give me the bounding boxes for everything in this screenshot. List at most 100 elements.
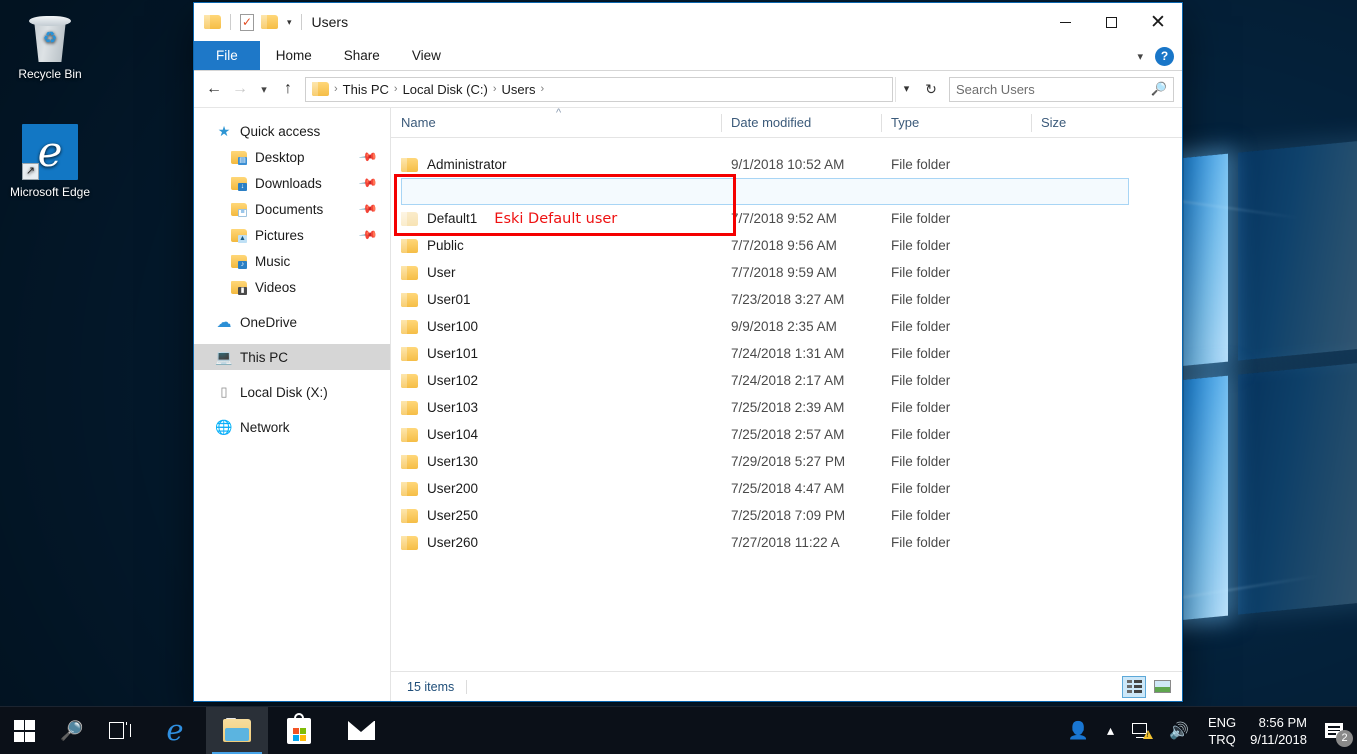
close-button[interactable]: ✕: [1134, 3, 1182, 41]
sidebar-item-desktop[interactable]: ▤ Desktop 📌: [194, 144, 390, 170]
cell-name: User130: [391, 454, 721, 469]
up-button[interactable]: ↑: [276, 76, 300, 102]
table-row[interactable]: User100 9/9/2018 2:35 AM File folder: [391, 313, 1182, 340]
table-row[interactable]: User102 7/24/2018 2:17 AM File folder: [391, 367, 1182, 394]
taskbar-microsoft-store[interactable]: [268, 707, 330, 754]
sidebar-item-pictures[interactable]: ▲ Pictures 📌: [194, 222, 390, 248]
folder-icon[interactable]: [204, 15, 221, 29]
taskbar-file-explorer[interactable]: [206, 706, 268, 754]
tab-view[interactable]: View: [396, 41, 457, 70]
customize-qat-caret-icon[interactable]: ▾: [287, 17, 292, 28]
people-button[interactable]: 👤: [1059, 707, 1098, 754]
sidebar-item-documents[interactable]: ≡ Documents 📌: [194, 196, 390, 222]
cell-name: Default Eski DefDomain user: [391, 184, 721, 200]
details-view-icon: [1126, 680, 1142, 693]
column-header-size[interactable]: Size: [1031, 108, 1131, 138]
cell-name: User101: [391, 346, 721, 361]
help-button[interactable]: ?: [1155, 46, 1174, 66]
divider: [300, 14, 302, 30]
pin-icon[interactable]: 📌: [358, 147, 378, 167]
taskbar-mail[interactable]: [330, 707, 392, 754]
task-view-button[interactable]: [96, 707, 144, 754]
cell-type: File folder: [891, 157, 951, 172]
table-row[interactable]: User 7/7/2018 9:59 AM File folder: [391, 259, 1182, 286]
folder-icon: [401, 265, 418, 280]
large-icons-view-button[interactable]: [1150, 676, 1174, 698]
clock[interactable]: 8:56 PM 9/11/2018: [1246, 714, 1319, 748]
show-hidden-icons-button[interactable]: ▴: [1098, 707, 1123, 754]
recent-locations-button[interactable]: ▾: [254, 76, 274, 102]
refresh-button[interactable]: ↻: [919, 81, 943, 98]
desktop-folder-icon: ▤: [230, 150, 248, 165]
table-row[interactable]: User260 7/27/2018 11:22 A File folder: [391, 529, 1182, 556]
forward-button[interactable]: →: [228, 76, 252, 102]
back-button[interactable]: ←: [202, 76, 226, 102]
address-dropdown-caret-icon[interactable]: ▾: [895, 76, 917, 102]
column-header-name[interactable]: Name: [391, 108, 721, 138]
start-button[interactable]: [0, 707, 48, 754]
sidebar-item-downloads[interactable]: ↓ Downloads 📌: [194, 170, 390, 196]
sidebar-item-local-disk-x[interactable]: ▯ Local Disk (X:): [194, 379, 390, 405]
table-row[interactable]: User250 7/25/2018 7:09 PM File folder: [391, 502, 1182, 529]
view-toggle-group: [1122, 675, 1174, 698]
table-row[interactable]: User200 7/25/2018 4:47 AM File folder: [391, 475, 1182, 502]
taskbar-microsoft-edge[interactable]: e: [144, 707, 206, 754]
table-row[interactable]: User01 7/23/2018 3:27 AM File folder: [391, 286, 1182, 313]
sidebar-item-onedrive[interactable]: ☁ OneDrive: [194, 309, 390, 335]
navigation-pane: ★ Quick access ▤ Desktop 📌 ↓ Downloads 📌…: [194, 108, 391, 701]
pin-icon[interactable]: 📌: [358, 199, 378, 219]
table-row[interactable]: User103 7/25/2018 2:39 AM File folder: [391, 394, 1182, 421]
search-icon[interactable]: 🔍: [1151, 81, 1167, 97]
cell-date-modified: 7/25/2018 2:39 AM: [731, 400, 845, 415]
tab-file[interactable]: File: [194, 41, 260, 70]
search-input[interactable]: [956, 81, 1151, 97]
network-button[interactable]: [1123, 707, 1160, 754]
language-indicator[interactable]: ENG TRQ: [1198, 714, 1246, 748]
sidebar-item-this-pc[interactable]: 💻 This PC: [194, 344, 390, 370]
chevron-down-icon[interactable]: ▾: [1137, 50, 1143, 63]
table-row[interactable]: User104 7/25/2018 2:57 AM File folder: [391, 421, 1182, 448]
column-headers: ^ Name Date modified Type Size: [391, 107, 1182, 138]
address-bar[interactable]: › This PC › Local Disk (C:) › Users ›: [305, 76, 893, 102]
properties-icon[interactable]: ✓: [240, 13, 254, 31]
table-row[interactable]: User130 7/29/2018 5:27 PM File folder: [391, 448, 1182, 475]
folder-icon: [312, 82, 329, 96]
cell-type: File folder: [891, 346, 951, 361]
table-row[interactable]: Default1 Eski Default user 7/7/2018 9:52 A…: [391, 205, 1182, 232]
sidebar-item-label: Local Disk (X:): [240, 384, 328, 400]
sidebar-item-videos[interactable]: ▮ Videos: [194, 274, 390, 300]
sidebar-item-quick-access[interactable]: ★ Quick access: [194, 118, 390, 144]
folder-icon: [401, 454, 418, 469]
search-box[interactable]: 🔍: [949, 76, 1174, 102]
column-header-date-modified[interactable]: Date modified: [721, 108, 881, 138]
desktop-icon-recycle-bin[interactable]: ♻ Recycle Bin: [4, 10, 96, 82]
pin-icon[interactable]: 📌: [358, 173, 378, 193]
minimize-button[interactable]: [1042, 3, 1088, 41]
sidebar-item-network[interactable]: 🌐 Network: [194, 414, 390, 440]
tab-share[interactable]: Share: [328, 41, 396, 70]
edge-icon: e: [166, 713, 184, 747]
new-folder-icon[interactable]: [261, 15, 278, 29]
breadcrumb-this-pc[interactable]: This PC: [343, 82, 389, 97]
desktop-icon-microsoft-edge[interactable]: e ↗ Microsoft Edge: [4, 124, 96, 200]
folder-icon: [401, 157, 418, 172]
taskbar-search-button[interactable]: 🔍: [48, 707, 96, 754]
table-row[interactable]: Administrator 9/1/2018 10:52 AM File folde…: [391, 151, 1182, 178]
table-row[interactable]: User101 7/24/2018 1:31 AM File folder: [391, 340, 1182, 367]
breadcrumb-local-disk-c[interactable]: Local Disk (C:): [403, 82, 488, 97]
table-row[interactable]: Public 7/7/2018 9:56 AM File folder: [391, 232, 1182, 259]
breadcrumb-users[interactable]: Users: [502, 82, 536, 97]
column-header-type[interactable]: Type: [881, 108, 1031, 138]
table-row[interactable]: Default Eski DefDomain user 9/11/2018 8:23…: [391, 178, 1182, 205]
clock-date: 9/11/2018: [1250, 731, 1307, 747]
pin-icon[interactable]: 📌: [358, 225, 378, 245]
details-view-button[interactable]: [1122, 675, 1146, 698]
maximize-button[interactable]: [1088, 3, 1134, 41]
network-warning-icon: [1132, 723, 1154, 739]
sidebar-item-music[interactable]: ♪ Music: [194, 248, 390, 274]
tab-home[interactable]: Home: [260, 41, 328, 70]
cell-date-modified: 7/25/2018 7:09 PM: [731, 508, 846, 523]
volume-button[interactable]: 🔊: [1160, 707, 1198, 754]
notifications-button[interactable]: 2: [1319, 707, 1357, 754]
cell-type: File folder: [891, 373, 951, 388]
